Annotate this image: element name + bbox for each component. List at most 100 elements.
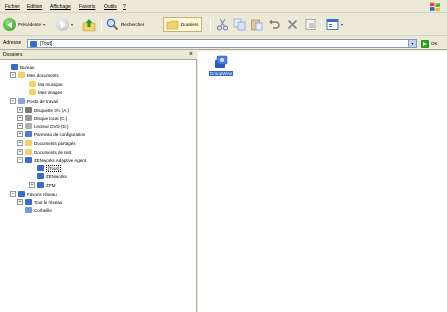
- tree-item[interactable]: − Poste de travail: [10, 97, 58, 105]
- expand-icon[interactable]: +: [17, 131, 23, 137]
- windows-logo-icon: [430, 2, 440, 12]
- tree-item[interactable]: − ZENworks Adaptive Agent: [17, 156, 86, 164]
- recycle-bin-icon: [25, 207, 32, 213]
- expand-icon[interactable]: +: [29, 182, 35, 188]
- groupwise-icon: [215, 55, 228, 68]
- content-pane: GroupWise: [198, 51, 447, 312]
- address-label: Adresse: [3, 40, 22, 46]
- file-item-groupwise[interactable]: GroupWise: [203, 55, 239, 76]
- folders-label: Dossiers: [181, 22, 199, 27]
- delete-icon[interactable]: [286, 18, 299, 31]
- folder-icon: [18, 72, 25, 78]
- network-icon: [37, 182, 44, 188]
- expand-icon[interactable]: +: [17, 199, 23, 205]
- tree-item[interactable]: + Disquette 3½ (A:): [17, 106, 69, 114]
- back-arrow-icon: [3, 18, 16, 31]
- address-bar: Adresse [Tout] ▾ OK: [0, 37, 447, 50]
- tree-item[interactable]: + ZPM: [29, 181, 56, 189]
- computer-icon: [18, 98, 25, 104]
- up-folder-button[interactable]: [82, 17, 96, 32]
- address-dropdown-icon[interactable]: ▾: [408, 40, 416, 47]
- file-label: GroupWise: [208, 71, 234, 76]
- tree-item[interactable]: + Disque local (C:): [17, 114, 67, 122]
- tree-item[interactable]: + Panneau de configuration: [17, 130, 85, 138]
- tree-item-label: Poste de travail: [27, 98, 59, 104]
- tree-item[interactable]: Corbeille: [17, 206, 52, 214]
- menu-affichage[interactable]: Affichage: [50, 4, 71, 10]
- globe-icon: [25, 199, 32, 205]
- toolbar-separator: [321, 18, 322, 31]
- tree-item-label: Disque local (C:): [34, 115, 68, 121]
- tree-item[interactable]: + Documents partagés: [17, 139, 76, 147]
- address-value: [Tout]: [40, 41, 53, 47]
- collapse-icon[interactable]: −: [10, 191, 16, 197]
- tree-item[interactable]: [Tout]: [29, 164, 62, 172]
- collapse-icon[interactable]: −: [10, 98, 16, 104]
- menu-outils[interactable]: Outils: [104, 4, 117, 10]
- tree-item[interactable]: − Mes documents: [10, 71, 59, 79]
- menu-help[interactable]: ?: [123, 4, 126, 10]
- tree-item-label: ZENworks Adaptive Agent: [34, 157, 87, 163]
- views-dropdown-icon[interactable]: ▾: [341, 22, 343, 27]
- copy-icon[interactable]: [233, 18, 246, 31]
- back-label: Précédente: [18, 22, 42, 27]
- expand-icon[interactable]: +: [17, 123, 23, 129]
- undo-icon[interactable]: [268, 18, 281, 31]
- menu-favoris[interactable]: Favoris: [79, 4, 95, 10]
- back-dropdown-icon[interactable]: ▾: [43, 22, 45, 27]
- folders-pane: Dossiers × Bureau − Mes documents Ma musiqu…: [0, 51, 197, 312]
- expand-icon[interactable]: +: [17, 107, 23, 113]
- forward-button[interactable]: ▾: [56, 17, 73, 32]
- search-label: Rechercher: [121, 22, 145, 27]
- tree-item[interactable]: Ma musique: [21, 80, 63, 88]
- forward-dropdown-icon[interactable]: ▾: [71, 22, 73, 27]
- cut-icon[interactable]: [216, 18, 229, 31]
- paste-icon[interactable]: [250, 18, 263, 31]
- network-folder-icon: [30, 41, 37, 47]
- go-arrow-icon: [421, 39, 429, 48]
- tree-item[interactable]: + Lecteur DVD (D:): [17, 122, 69, 130]
- network-icon: [37, 165, 44, 171]
- tree-item-label: Documents partagés: [34, 140, 76, 146]
- back-button[interactable]: Précédente ▾: [3, 17, 45, 32]
- tree-item-label: Documents de test: [34, 149, 72, 155]
- close-icon[interactable]: ×: [189, 51, 193, 59]
- network-icon: [37, 173, 44, 179]
- expand-icon[interactable]: +: [17, 140, 23, 146]
- tree-item-label: Mes images: [38, 89, 63, 95]
- go-button[interactable]: OK: [421, 39, 438, 48]
- expand-icon[interactable]: +: [17, 149, 23, 155]
- tree-item[interactable]: Bureau: [3, 63, 35, 71]
- floppy-icon: [25, 107, 32, 113]
- toolbar: Précédente ▾ ▾ Rechercher Dossiers ▾: [0, 14, 447, 36]
- dvd-icon: [25, 123, 32, 129]
- menu-fichier[interactable]: Fichier: [5, 4, 20, 10]
- tree-item-label: Favoris réseau: [27, 191, 57, 197]
- tree-item[interactable]: ZENworks: [29, 172, 67, 180]
- properties-icon[interactable]: [304, 18, 317, 31]
- tree-item[interactable]: + Tout le réseau: [17, 198, 62, 206]
- tree-item-label: Corbeille: [34, 207, 52, 213]
- tree-item-label: [Tout]: [46, 164, 62, 172]
- tree-item[interactable]: + Documents de test: [17, 148, 72, 156]
- collapse-icon[interactable]: −: [10, 72, 16, 78]
- views-icon: [326, 19, 339, 30]
- network-icon: [25, 157, 32, 163]
- folder-icon: [166, 20, 179, 29]
- expand-icon[interactable]: +: [17, 115, 23, 121]
- search-icon: [106, 18, 119, 31]
- tree-item[interactable]: − Favoris réseau: [10, 190, 57, 198]
- collapse-icon[interactable]: −: [17, 157, 23, 163]
- tree-item-label: Mes documents: [27, 72, 59, 78]
- views-button[interactable]: ▾: [326, 17, 343, 32]
- folder-icon: [29, 81, 36, 87]
- tree-item-label: Disquette 3½ (A:): [34, 107, 70, 113]
- folders-pane-header: Dossiers ×: [0, 51, 197, 60]
- menu-edition[interactable]: Edition: [27, 4, 42, 10]
- search-button[interactable]: Rechercher: [106, 17, 144, 32]
- folders-button[interactable]: Dossiers: [163, 17, 202, 32]
- tree-item-label: Tout le réseau: [34, 199, 63, 205]
- tree-item[interactable]: Mes images: [21, 88, 62, 96]
- address-input[interactable]: [Tout] ▾: [27, 39, 417, 48]
